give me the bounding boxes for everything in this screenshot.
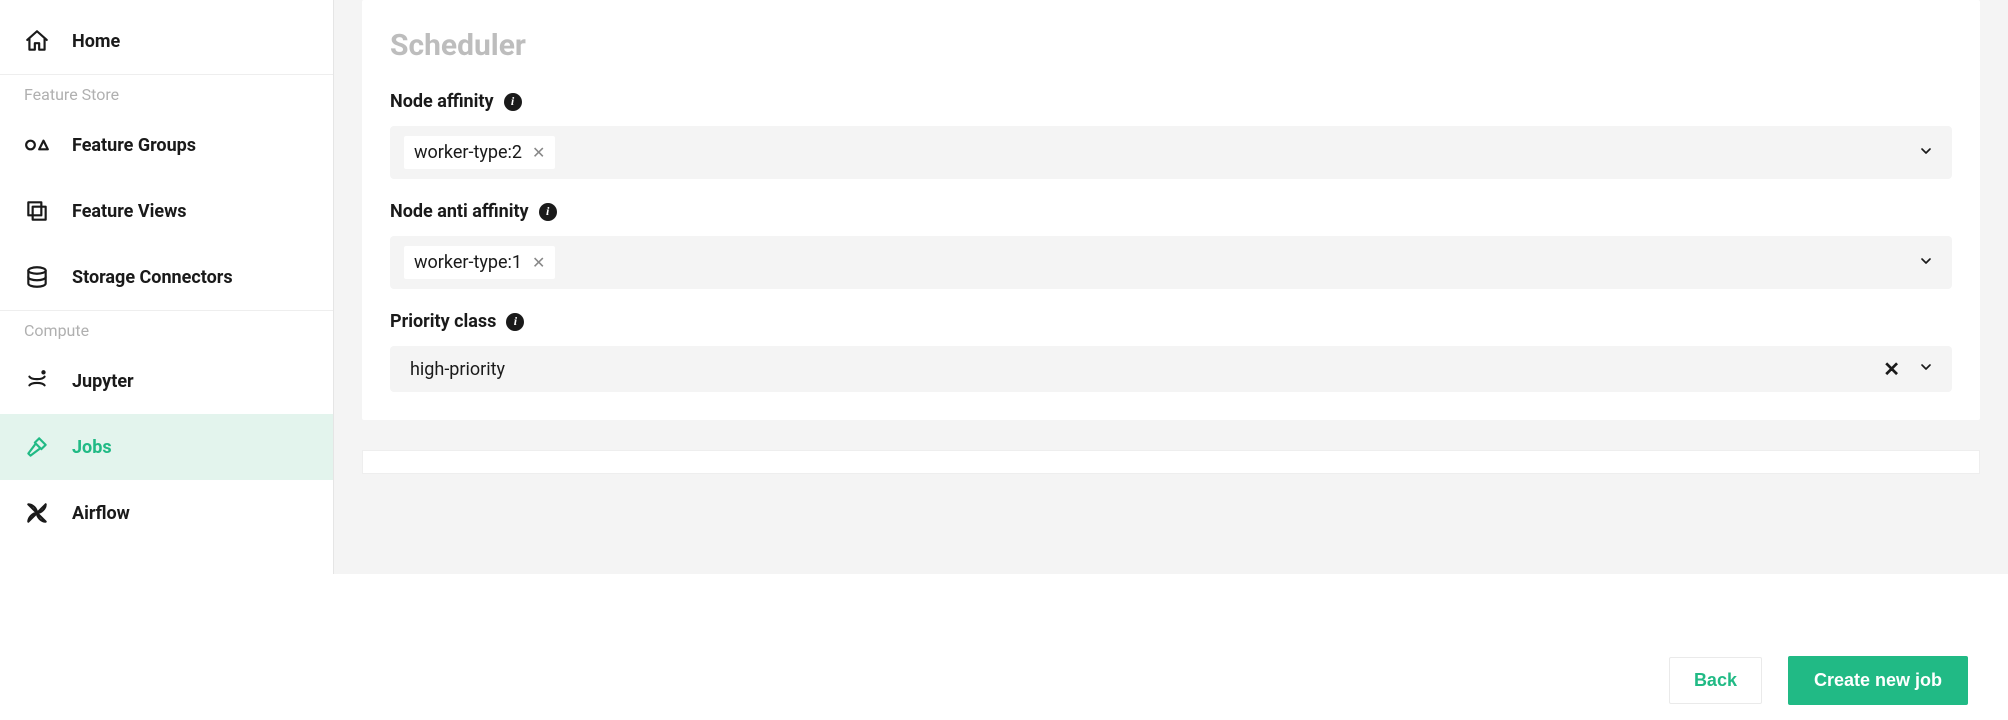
stack-icon [24, 198, 50, 224]
clear-icon[interactable]: ✕ [1883, 357, 1900, 381]
sidebar-item-label: Jobs [72, 437, 112, 458]
node-affinity-field: Node affinity i worker-type:2 ✕ [390, 91, 1952, 179]
back-button[interactable]: Back [1669, 657, 1762, 704]
node-anti-affinity-field: Node anti affinity i worker-type:1 ✕ [390, 201, 1952, 289]
sidebar-item-airflow[interactable]: Airflow [0, 480, 333, 546]
next-card-peek [362, 450, 1980, 474]
sidebar-item-label: Airflow [72, 503, 130, 524]
node-anti-affinity-chip: worker-type:1 ✕ [404, 246, 555, 279]
home-icon [24, 28, 50, 54]
chip-remove-icon[interactable]: ✕ [532, 145, 545, 161]
footer-bar: Back Create new job [334, 640, 2008, 720]
main-content: Scheduler Node affinity i worker-type:2 … [334, 0, 2008, 574]
database-icon [24, 264, 50, 290]
sidebar-section-compute: Compute [0, 310, 333, 348]
shapes-icon [24, 132, 50, 158]
sidebar: Home Feature Store Feature Groups Featur… [0, 0, 334, 574]
scheduler-card: Scheduler Node affinity i worker-type:2 … [362, 0, 1980, 420]
sidebar-item-feature-groups[interactable]: Feature Groups [0, 112, 333, 178]
sidebar-item-label: Home [72, 31, 120, 52]
sidebar-item-label: Storage Connectors [72, 267, 233, 288]
sidebar-item-label: Feature Groups [72, 135, 196, 156]
chevron-down-icon[interactable] [1918, 143, 1934, 163]
sidebar-item-label: Jupyter [72, 371, 134, 392]
chip-label: worker-type:2 [414, 142, 522, 163]
node-anti-affinity-select[interactable]: worker-type:1 ✕ [390, 236, 1952, 289]
chevron-down-icon[interactable] [1918, 253, 1934, 273]
info-icon[interactable]: i [506, 313, 524, 331]
node-affinity-select[interactable]: worker-type:2 ✕ [390, 126, 1952, 179]
sidebar-item-label: Feature Views [72, 201, 187, 222]
sidebar-section-feature-store: Feature Store [0, 74, 333, 112]
node-affinity-label: Node affinity [390, 91, 494, 112]
jupyter-icon [24, 368, 50, 394]
info-icon[interactable]: i [539, 203, 557, 221]
scheduler-title: Scheduler [390, 28, 1952, 63]
sidebar-item-jobs[interactable]: Jobs [0, 414, 333, 480]
priority-class-value: high-priority [404, 359, 505, 380]
priority-class-label: Priority class [390, 311, 496, 332]
chevron-down-icon[interactable] [1918, 359, 1934, 379]
sidebar-item-feature-views[interactable]: Feature Views [0, 178, 333, 244]
node-affinity-chip: worker-type:2 ✕ [404, 136, 555, 169]
sidebar-item-home[interactable]: Home [0, 8, 333, 74]
pinwheel-icon [24, 500, 50, 526]
info-icon[interactable]: i [504, 93, 522, 111]
node-anti-affinity-label: Node anti affinity [390, 201, 529, 222]
chip-label: worker-type:1 [414, 252, 522, 273]
sidebar-item-jupyter[interactable]: Jupyter [0, 348, 333, 414]
hammer-icon [24, 434, 50, 460]
create-new-job-button[interactable]: Create new job [1788, 656, 1968, 705]
sidebar-item-storage-connectors[interactable]: Storage Connectors [0, 244, 333, 310]
chip-remove-icon[interactable]: ✕ [532, 255, 545, 271]
priority-class-select[interactable]: high-priority ✕ [390, 346, 1952, 392]
priority-class-field: Priority class i high-priority ✕ [390, 311, 1952, 392]
